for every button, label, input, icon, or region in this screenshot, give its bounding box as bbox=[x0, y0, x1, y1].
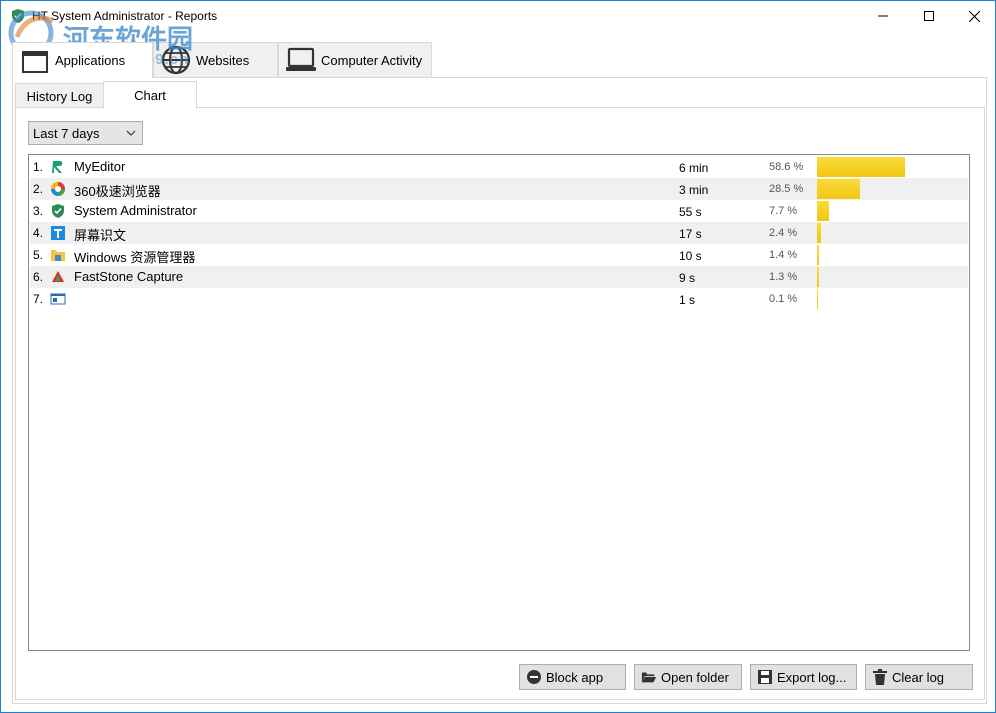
laptop-icon bbox=[285, 44, 317, 76]
tab-chart-label: Chart bbox=[134, 88, 166, 103]
row-number: 1. bbox=[33, 160, 44, 174]
tab-applications-label: Applications bbox=[55, 53, 126, 68]
minimize-button[interactable] bbox=[860, 1, 906, 31]
row-number: 2. bbox=[33, 182, 44, 196]
row-number: 5. bbox=[33, 248, 44, 262]
tab-applications[interactable]: Applications bbox=[12, 42, 153, 78]
usage-bar bbox=[817, 289, 818, 309]
close-button[interactable] bbox=[951, 1, 996, 31]
app-time: 10 s bbox=[679, 249, 702, 263]
app-name: Windows 资源管理器 bbox=[74, 250, 196, 265]
app-name: 屏幕识文 bbox=[74, 228, 127, 243]
row-number: 7. bbox=[33, 292, 44, 306]
app-percent: 1.4 % bbox=[769, 249, 798, 261]
app-percent: 28.5 % bbox=[769, 183, 804, 195]
row-number: 3. bbox=[33, 204, 44, 218]
row-number: 6. bbox=[33, 270, 44, 284]
list-item[interactable]: 3. System Administrator 55 s 7.7 % bbox=[30, 200, 968, 222]
usage-bar bbox=[817, 245, 819, 265]
block-icon bbox=[526, 669, 542, 685]
maximize-icon bbox=[924, 11, 934, 21]
list-item[interactable]: 4. 屏幕识文 17 s 2.4 % bbox=[30, 222, 968, 244]
maximize-button[interactable] bbox=[906, 1, 952, 31]
app-percent: 58.6 % bbox=[769, 161, 804, 173]
period-dropdown-value: Last 7 days bbox=[33, 125, 100, 141]
usage-bar bbox=[817, 267, 819, 287]
list-item[interactable]: 7. 1 s 0.1 % bbox=[30, 288, 968, 310]
export-log-label: Export log... bbox=[777, 669, 847, 685]
close-icon bbox=[968, 10, 980, 22]
app-name: MyEditor bbox=[74, 159, 126, 174]
export-log-button[interactable]: Export log... bbox=[750, 664, 857, 690]
myeditor-icon bbox=[52, 161, 63, 173]
list-item[interactable]: 1. MyEditor 6 min 58.6 % bbox=[30, 156, 968, 178]
tab-computer-activity[interactable]: Computer Activity bbox=[278, 42, 432, 77]
text-recognition-icon bbox=[51, 226, 65, 240]
clear-log-button[interactable]: Clear log bbox=[865, 664, 973, 690]
open-folder-button[interactable]: Open folder bbox=[634, 664, 742, 690]
app-time: 3 min bbox=[679, 183, 709, 197]
tab-websites[interactable]: Websites bbox=[153, 42, 278, 77]
minimize-icon bbox=[878, 15, 888, 17]
usage-bar bbox=[817, 179, 860, 199]
tab-computer-activity-label: Computer Activity bbox=[321, 52, 423, 68]
chevron-down-icon bbox=[126, 130, 136, 136]
list-item[interactable]: 6. FastStone Capture 9 s 1.3 % bbox=[30, 266, 968, 288]
clear-log-label: Clear log bbox=[892, 669, 945, 685]
usage-bar bbox=[817, 201, 829, 221]
usage-bar bbox=[817, 157, 905, 177]
applications-chart-list[interactable]: 1. MyEditor 6 min 58.6 % 2. 360极速浏览器 3 m… bbox=[28, 154, 970, 651]
app-time: 17 s bbox=[679, 227, 702, 241]
trash-icon bbox=[872, 669, 888, 685]
globe-icon bbox=[160, 44, 192, 76]
app-time: 1 s bbox=[679, 293, 696, 307]
app-name: 360极速浏览器 bbox=[74, 184, 161, 199]
app-time: 9 s bbox=[679, 271, 696, 285]
tab-history-log[interactable]: History Log bbox=[15, 83, 104, 108]
tab-websites-label: Websites bbox=[196, 52, 250, 68]
title-bar: HT System Administrator - Reports bbox=[1, 1, 995, 31]
block-app-button[interactable]: Block app bbox=[519, 664, 626, 690]
folder-open-icon bbox=[641, 669, 657, 685]
reports-window: HT System Administrator - Reports Applic… bbox=[0, 0, 996, 713]
app-percent: 7.7 % bbox=[769, 205, 798, 217]
window-icon bbox=[50, 293, 66, 305]
applications-icon bbox=[19, 45, 51, 77]
app-percent: 1.3 % bbox=[769, 271, 798, 283]
save-icon bbox=[757, 669, 773, 685]
folder-icon bbox=[51, 250, 65, 261]
tab-history-log-label: History Log bbox=[26, 88, 93, 104]
block-app-label: Block app bbox=[546, 669, 604, 685]
row-number: 4. bbox=[33, 226, 44, 240]
app-percent: 2.4 % bbox=[769, 227, 798, 239]
list-item[interactable]: 2. 360极速浏览器 3 min 28.5 % bbox=[30, 178, 968, 200]
faststone-icon bbox=[51, 270, 65, 284]
app-percent: 0.1 % bbox=[769, 293, 798, 305]
app-name: System Administrator bbox=[74, 203, 197, 218]
list-item[interactable]: 5. Windows 资源管理器 10 s 1.4 % bbox=[30, 244, 968, 266]
period-dropdown[interactable]: Last 7 days bbox=[28, 121, 143, 145]
window-title: HT System Administrator - Reports bbox=[32, 9, 218, 23]
shield-icon bbox=[52, 204, 64, 218]
browser-360-icon bbox=[51, 182, 65, 196]
app-time: 6 min bbox=[679, 161, 709, 175]
usage-bar bbox=[817, 223, 821, 243]
tab-chart[interactable]: Chart bbox=[103, 81, 197, 109]
app-time: 55 s bbox=[679, 205, 702, 219]
shield-icon bbox=[12, 9, 24, 23]
app-name: FastStone Capture bbox=[74, 269, 184, 284]
open-folder-label: Open folder bbox=[661, 669, 729, 685]
